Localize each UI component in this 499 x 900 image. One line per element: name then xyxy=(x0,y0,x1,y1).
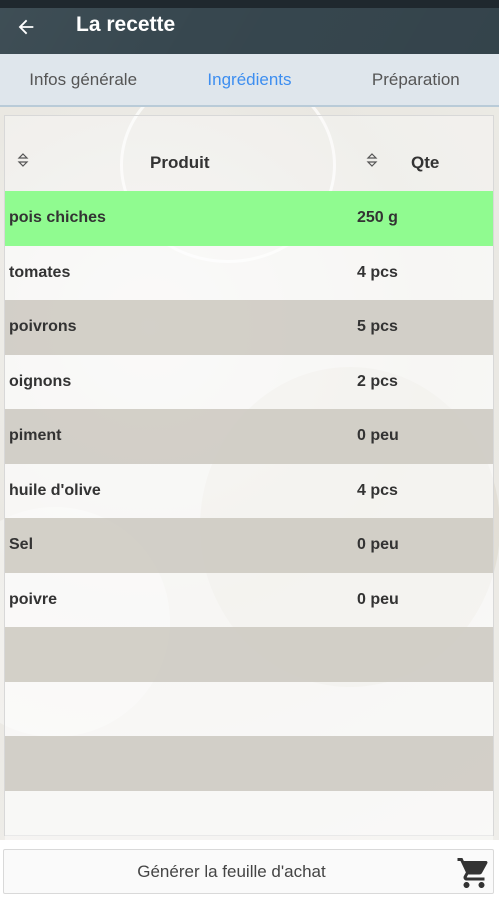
table-row[interactable]: piment 0 peu xyxy=(5,409,493,464)
table-row[interactable]: huile d'olive 4 pcs xyxy=(5,463,493,518)
ingredient-qty: 0 peu xyxy=(357,427,399,445)
status-bar xyxy=(0,0,499,8)
ingredient-qty: 0 peu xyxy=(357,590,399,608)
ingredient-name: huile d'olive xyxy=(9,481,101,499)
ingredient-name: Sel xyxy=(9,536,34,554)
ingredient-qty: 5 pcs xyxy=(357,318,398,336)
tab-preparation[interactable]: Préparation xyxy=(333,70,499,90)
ingredient-name: tomates xyxy=(9,263,71,281)
sort-icon[interactable] xyxy=(17,152,29,168)
table-row[interactable]: oignons 2 pcs xyxy=(5,354,493,409)
sort-icon[interactable] xyxy=(366,152,378,168)
generate-shopping-list-button[interactable]: Générer la feuille d'achat xyxy=(4,862,459,882)
table-row[interactable]: poivrons 5 pcs xyxy=(5,300,493,355)
table-row[interactable]: poivre 0 peu xyxy=(5,572,493,627)
ingredient-name: poivre xyxy=(9,590,58,608)
ingredient-qty: 0 peu xyxy=(357,536,399,554)
table-row[interactable]: tomates 4 pcs xyxy=(5,245,493,300)
table-row[interactable] xyxy=(5,736,493,791)
ingredients-panel: Produit Qte pois chiches 250 g tomates 4… xyxy=(0,107,499,840)
generate-shopping-list-bar: Générer la feuille d'achat xyxy=(3,849,494,894)
ingredient-name: oignons xyxy=(9,372,72,390)
tab-bar: Infos générale Ingrédients Préparation xyxy=(0,54,499,107)
table-row[interactable] xyxy=(5,627,493,682)
ingredient-qty: 250 g xyxy=(357,209,398,227)
ingredient-qty: 4 pcs xyxy=(357,263,398,281)
cart-button[interactable] xyxy=(456,855,492,891)
ingredient-name: piment xyxy=(9,427,62,445)
column-header-product[interactable]: Produit xyxy=(150,153,210,173)
tab-infos-generale[interactable]: Infos générale xyxy=(0,70,166,90)
table-row[interactable]: Sel 0 peu xyxy=(5,518,493,573)
shopping-cart-icon xyxy=(457,858,488,888)
ingredient-name: pois chiches xyxy=(9,209,106,227)
arrow-left-icon xyxy=(18,19,34,35)
ingredient-qty: 4 pcs xyxy=(357,481,398,499)
back-button[interactable] xyxy=(10,11,42,43)
ingredient-qty: 2 pcs xyxy=(357,372,398,390)
ingredients-table: Produit Qte pois chiches 250 g tomates 4… xyxy=(4,115,494,840)
table-row[interactable]: pois chiches 250 g xyxy=(5,191,493,246)
ingredient-name: poivrons xyxy=(9,318,77,336)
table-header: Produit Qte xyxy=(5,116,493,191)
table-row[interactable] xyxy=(5,681,493,736)
column-header-qty[interactable]: Qte xyxy=(411,153,439,173)
table-row[interactable] xyxy=(5,790,493,840)
page-title: La recette xyxy=(76,13,176,36)
app-bar: La recette xyxy=(0,0,499,54)
tab-ingredients[interactable]: Ingrédients xyxy=(166,70,332,90)
